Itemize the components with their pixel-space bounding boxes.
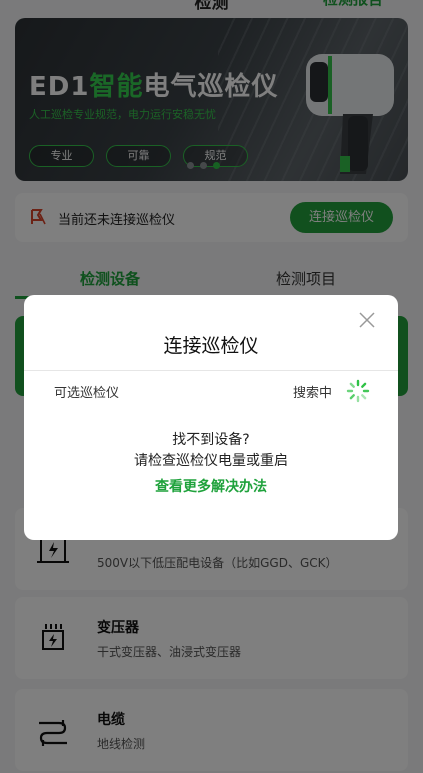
dialog-title: 连接巡检仪 (163, 335, 259, 357)
close-icon[interactable] (358, 311, 376, 329)
page: 检测 检测报告 ED1智能电气巡检仪 人工巡检专业规范，电力运行安稳无忧 专业 … (0, 0, 423, 773)
available-devices-label: 可选巡检仪 (54, 386, 120, 401)
search-status-text: 搜索中 (292, 386, 332, 401)
dialog-divider (24, 370, 398, 371)
connect-dialog: 连接巡检仪 可选巡检仪 搜索中 找不到设备? 请检查巡检仪电量或重启 查看更多解… (24, 295, 398, 540)
hint-text: 请检查巡检仪电量或重启 (134, 453, 288, 469)
more-solutions-link[interactable]: 查看更多解决办法 (24, 476, 398, 496)
loading-spinner-icon (346, 379, 370, 403)
not-found-text: 找不到设备? (172, 432, 250, 448)
